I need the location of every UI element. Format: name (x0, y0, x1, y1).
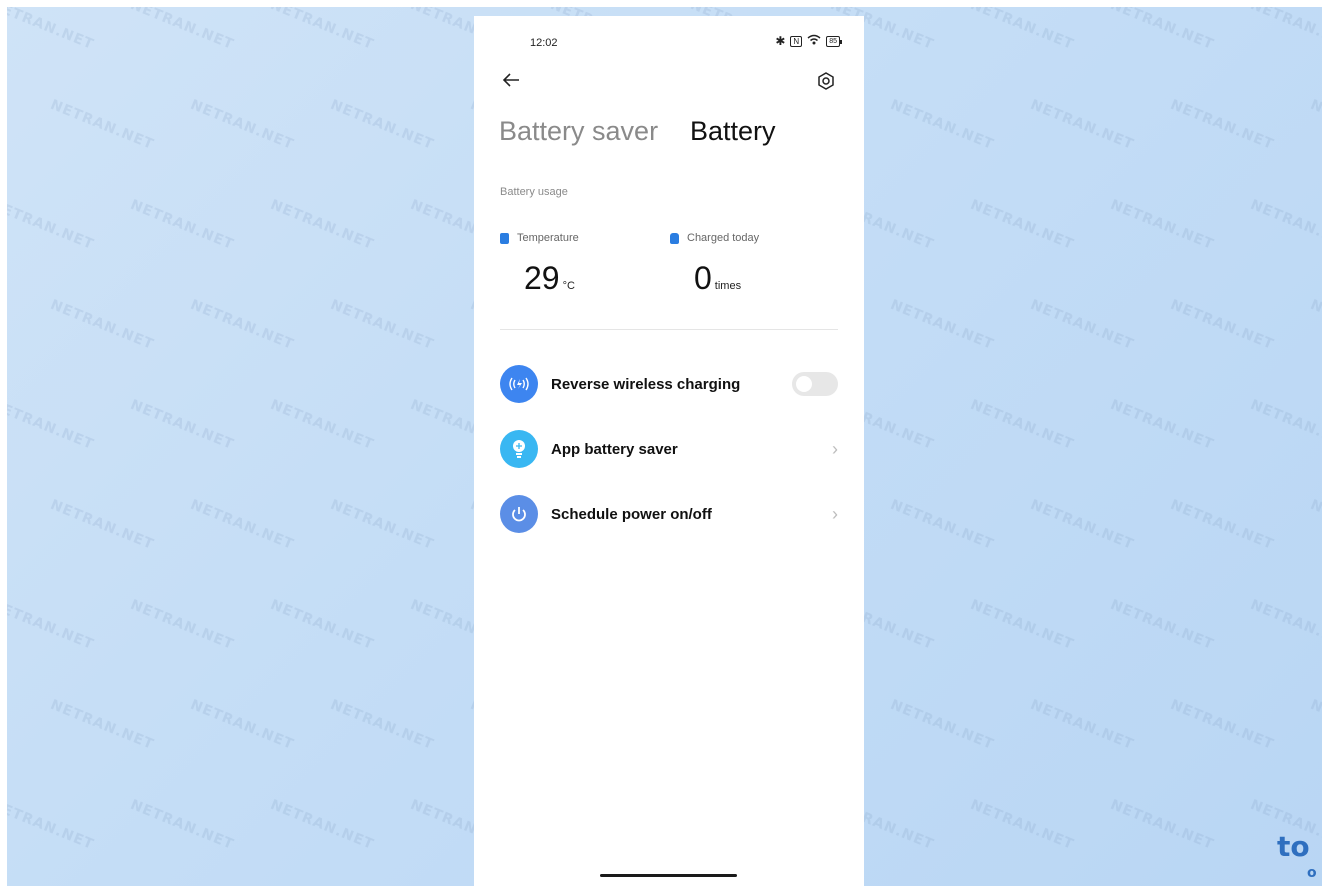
watermark-text: NETRAN.NET (1108, 196, 1217, 254)
watermark-text: NETRAN.NET (7, 7, 97, 54)
watermark-text: NETRAN.NET (188, 296, 297, 354)
watermark-text: NETRAN.NET (1308, 696, 1322, 754)
home-indicator[interactable] (600, 874, 737, 877)
wireless-charging-icon (500, 365, 538, 403)
watermark-text: NETRAN.NET (268, 196, 377, 254)
watermark-text: NETRAN.NET (48, 696, 157, 754)
phone-screen: 12:02 ✱ N 85 Battery saver Battery Batte… (474, 16, 864, 886)
watermark-text: NETRAN.NET (1028, 296, 1137, 354)
watermark-text: NETRAN.NET (1168, 296, 1277, 354)
schedule-power-row[interactable]: Schedule power on/off › (500, 492, 838, 536)
watermark-text: NETRAN.NET (328, 496, 437, 554)
watermark-text: NETRAN.NET (1168, 696, 1277, 754)
nfc-icon: N (790, 35, 803, 47)
temperature-value: 29 (524, 260, 560, 296)
tab-battery[interactable]: Battery (690, 116, 776, 147)
watermark-text: NETRAN.NET (888, 696, 997, 754)
watermark-text: NETRAN.NET (968, 596, 1077, 654)
watermark-text: NETRAN.NET (128, 7, 237, 54)
watermark-text: NETRAN.NET (268, 396, 377, 454)
divider (500, 329, 838, 330)
watermark-text: NETRAN.NET (1308, 496, 1322, 554)
watermark-text: NETRAN.NET (48, 296, 157, 354)
watermark-text: NETRAN.NET (128, 396, 237, 454)
gear-icon[interactable] (816, 71, 836, 91)
temperature-unit: °C (562, 280, 575, 292)
watermark-text: NETRAN.NET (1248, 596, 1322, 654)
watermark-text: NETRAN.NET (1308, 96, 1322, 154)
watermark-text: NETRAN.NET (1248, 196, 1322, 254)
watermark-text: NETRAN.NET (128, 196, 237, 254)
watermark-text: NETRAN.NET (888, 296, 997, 354)
watermark-text: NETRAN.NET (1168, 96, 1277, 154)
watermark-text: NETRAN.NET (7, 196, 97, 254)
thermometer-icon (500, 232, 509, 244)
watermark-text: NETRAN.NET (7, 596, 97, 654)
watermark-text: NETRAN.NET (1248, 396, 1322, 454)
corner-logo-sub: o (1307, 865, 1317, 881)
watermark-text: NETRAN.NET (328, 296, 437, 354)
corner-logo: to (1277, 830, 1310, 863)
chevron-right-icon: › (832, 503, 838, 524)
watermark-text: NETRAN.NET (1108, 596, 1217, 654)
watermark-text: NETRAN.NET (128, 596, 237, 654)
charged-today-stat: Charged today 0 times (670, 232, 759, 297)
power-icon (500, 495, 538, 533)
watermark-text: NETRAN.NET (968, 196, 1077, 254)
watermark-text: NETRAN.NET (1028, 696, 1137, 754)
watermark-text: NETRAN.NET (328, 696, 437, 754)
watermark-text: NETRAN.NET (188, 696, 297, 754)
watermark-text: NETRAN.NET (1308, 296, 1322, 354)
watermark-text: NETRAN.NET (48, 96, 157, 154)
watermark-text: NETRAN.NET (7, 396, 97, 454)
charge-icon (670, 232, 679, 244)
charged-today-unit: times (714, 280, 742, 292)
watermark-text: NETRAN.NET (128, 796, 237, 854)
tab-battery-saver[interactable]: Battery saver (499, 116, 658, 147)
chevron-right-icon: › (832, 438, 838, 459)
watermark-text: NETRAN.NET (1108, 396, 1217, 454)
bluetooth-icon: ✱ (775, 34, 786, 48)
battery-icon: 85 (826, 35, 842, 47)
battery-usage-label: Battery usage (500, 186, 568, 198)
app-battery-saver-label: App battery saver (551, 440, 678, 458)
watermark-text: NETRAN.NET (328, 96, 437, 154)
watermark-text: NETRAN.NET (1028, 96, 1137, 154)
reverse-wireless-charging-row[interactable]: Reverse wireless charging (500, 362, 838, 406)
watermark-text: NETRAN.NET (268, 596, 377, 654)
watermark-text: NETRAN.NET (188, 496, 297, 554)
reverse-wireless-charging-label: Reverse wireless charging (551, 375, 741, 393)
wifi-icon (807, 34, 821, 48)
battery-saver-bulb-icon (500, 430, 538, 468)
watermark-text: NETRAN.NET (968, 396, 1077, 454)
watermark-text: NETRAN.NET (1108, 796, 1217, 854)
watermark-text: NETRAN.NET (1168, 496, 1277, 554)
watermark-text: NETRAN.NET (268, 7, 377, 54)
charged-today-label: Charged today (687, 232, 760, 244)
toggle-knob (796, 376, 812, 392)
watermark-text: NETRAN.NET (888, 96, 997, 154)
status-icons: ✱ N 85 (775, 34, 842, 48)
charged-today-value: 0 (694, 260, 712, 296)
status-time: 12:02 (530, 37, 558, 49)
schedule-power-label: Schedule power on/off (551, 505, 712, 523)
watermark-text: NETRAN.NET (1028, 496, 1137, 554)
watermark-text: NETRAN.NET (268, 796, 377, 854)
app-battery-saver-row[interactable]: App battery saver › (500, 427, 838, 471)
watermark-text: NETRAN.NET (48, 496, 157, 554)
watermark-text: NETRAN.NET (1108, 7, 1217, 54)
watermark-text: NETRAN.NET (968, 796, 1077, 854)
temperature-stat: Temperature 29 °C (500, 232, 579, 297)
reverse-wireless-charging-toggle[interactable] (792, 372, 838, 396)
watermark-text: NETRAN.NET (1248, 7, 1322, 54)
watermark-text: NETRAN.NET (968, 7, 1077, 54)
watermark-text: NETRAN.NET (188, 96, 297, 154)
back-arrow-icon[interactable] (500, 69, 522, 91)
watermark-text: NETRAN.NET (7, 796, 97, 854)
watermark-text: NETRAN.NET (888, 496, 997, 554)
temperature-label: Temperature (517, 232, 579, 244)
